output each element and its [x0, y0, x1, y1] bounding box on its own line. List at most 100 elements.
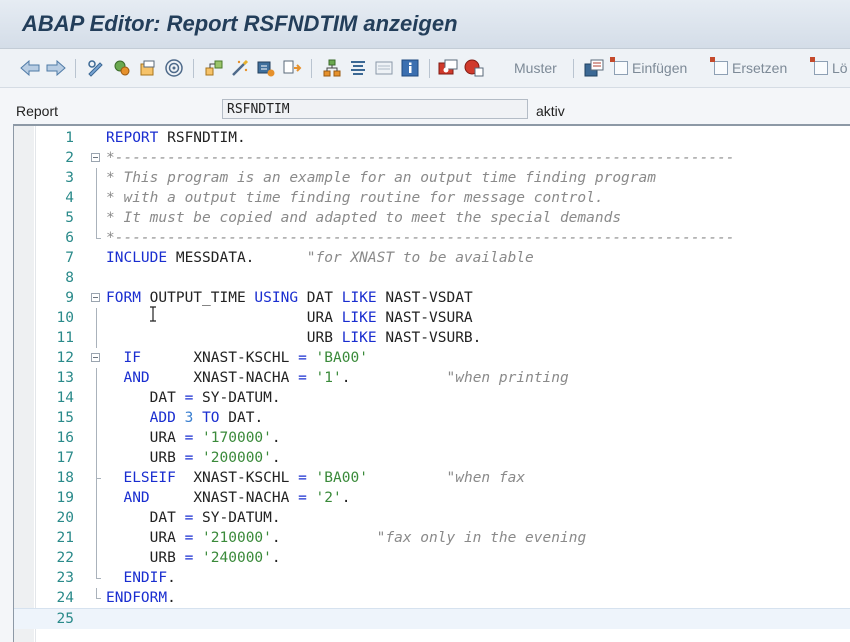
code-line[interactable]: 17 URB = '200000'.: [14, 448, 850, 468]
activate-icon[interactable]: [110, 56, 134, 80]
code-token: ELSEIF: [123, 470, 176, 486]
check-icon[interactable]: [280, 56, 304, 80]
back-arrow-icon[interactable]: [18, 56, 42, 80]
code-line[interactable]: 19 AND XNAST-NACHA = '2'.: [14, 488, 850, 508]
code-line[interactable]: 2 *--------------------------------------…: [14, 148, 850, 168]
code-token: '200000': [202, 450, 272, 466]
code-token: *---------------------------------------…: [106, 150, 735, 166]
code-token: 'BA00': [315, 350, 368, 366]
code-line[interactable]: 11 URB LIKE NAST-VSURB.: [14, 328, 850, 348]
code-line[interactable]: 24 ENDFORM.: [14, 588, 850, 608]
code-line[interactable]: 22 URB = '240000'.: [14, 548, 850, 568]
code-line[interactable]: 18 ELSEIF XNAST-KSCHL = 'BA00' "when fax: [14, 468, 850, 488]
muster-button[interactable]: Muster: [514, 60, 557, 76]
code-token: XNAST-NACHA: [149, 490, 299, 506]
external-breakpoint-icon[interactable]: [462, 56, 486, 80]
session-breakpoint-icon[interactable]: [436, 56, 460, 80]
navigation-icon[interactable]: [202, 56, 226, 80]
fold-guide: [96, 408, 97, 428]
code-token: * with a output time finding routine for…: [106, 190, 604, 206]
line-number: 22: [56, 550, 74, 566]
code-line[interactable]: 10 URA LIKE NAST-VSURA: [14, 308, 850, 328]
code-line[interactable]: 6 *--------------------------------------…: [14, 228, 850, 248]
code-token: NAST-VSURA: [376, 310, 473, 326]
code-text: ENDFORM.: [106, 588, 176, 608]
collapse-block-icon[interactable]: [91, 153, 100, 162]
code-line[interactable]: 7 INCLUDE MESSDATA. "for XNAST to be avai…: [14, 248, 850, 268]
report-name-field[interactable]: RSFNDTIM: [222, 99, 528, 119]
code-line[interactable]: 8: [14, 268, 850, 288]
code-token: URB: [106, 330, 342, 346]
code-line[interactable]: 9 FORM OUTPUT_TIME USING DAT LIKE NAST-VS…: [14, 288, 850, 308]
info-icon[interactable]: [398, 56, 422, 80]
code-text: AND XNAST-NACHA = '2'.: [106, 488, 350, 508]
code-token: AND: [123, 370, 150, 386]
code-token: '2': [315, 490, 342, 506]
code-token: .: [271, 530, 377, 546]
fold-guide: [96, 208, 97, 228]
code-token: URA: [106, 530, 185, 546]
line-number: 24: [56, 590, 74, 606]
code-line[interactable]: 21 URA = '210000'. "fax only in the even…: [14, 528, 850, 548]
code-line[interactable]: 12 IF XNAST-KSCHL = 'BA00': [14, 348, 850, 368]
code-line[interactable]: 1 REPORT RSFNDTIM.: [14, 128, 850, 148]
code-token: .: [341, 370, 447, 386]
forward-arrow-icon[interactable]: [44, 56, 68, 80]
code-token: FORM: [106, 290, 141, 306]
code-text: ADD 3 TO DAT.: [106, 408, 264, 428]
code-token: TO: [202, 410, 220, 426]
hierarchy-icon[interactable]: [320, 56, 344, 80]
einfuegen-button[interactable]: Einfügen: [610, 57, 687, 76]
code-text: URA = '210000'. "fax only in the evening: [106, 528, 587, 548]
code-token: ADD: [149, 410, 176, 426]
object-list-icon[interactable]: [136, 56, 160, 80]
ersetzen-button[interactable]: Ersetzen: [710, 57, 787, 76]
line-number: 14: [56, 390, 74, 406]
code-line[interactable]: 3 * This program is an example for an out…: [14, 168, 850, 188]
code-text: URA LIKE NAST-VSURA: [106, 308, 473, 328]
stack-icon[interactable]: [346, 56, 370, 80]
code-token: USING: [254, 290, 299, 306]
collapse-block-icon[interactable]: [91, 353, 100, 362]
toggle-edit-icon[interactable]: [84, 56, 108, 80]
where-used-icon[interactable]: [162, 56, 186, 80]
fold-guide: [96, 528, 97, 548]
collapse-block-icon[interactable]: [91, 293, 100, 302]
fold-guide-end: [96, 238, 101, 239]
cut-icon[interactable]: [582, 56, 606, 80]
line-number: 5: [65, 210, 74, 226]
fold-guide: [96, 488, 97, 508]
code-token: OUTPUT_TIME: [140, 290, 255, 306]
loeschen-button[interactable]: Lö: [810, 57, 848, 76]
fold-guide-end: [96, 598, 101, 599]
code-line[interactable]: 15 ADD 3 TO DAT.: [14, 408, 850, 428]
report-label: Report: [16, 103, 59, 119]
code-line[interactable]: 4 * with a output time finding routine fo…: [14, 188, 850, 208]
code-line[interactable]: 14 DAT = SY-DATUM.: [14, 388, 850, 408]
display-object-icon[interactable]: [372, 56, 396, 80]
code-line[interactable]: 13 AND XNAST-NACHA = '1'. "when printing: [14, 368, 850, 388]
pretty-printer-icon[interactable]: [228, 56, 252, 80]
code-line[interactable]: 23 ENDIF.: [14, 568, 850, 588]
code-line[interactable]: 16 URA = '170000'.: [14, 428, 850, 448]
code-line[interactable]: 5 * It must be copied and adapted to meet…: [14, 208, 850, 228]
line-number: 25: [56, 611, 74, 627]
toolbar-separator: [429, 59, 430, 78]
code-line[interactable]: 20 DAT = SY-DATUM.: [14, 508, 850, 528]
code-token: LIKE: [341, 330, 377, 346]
code-editor[interactable]: 1 REPORT RSFNDTIM. 2 *---------------------…: [13, 124, 850, 642]
code-token: .: [167, 570, 176, 586]
code-token: REPORT: [106, 130, 159, 146]
enhancement-icon[interactable]: [254, 56, 278, 80]
code-token: INCLUDE: [106, 250, 168, 266]
code-line[interactable]: 25: [14, 608, 850, 629]
line-number: 18: [56, 470, 74, 486]
